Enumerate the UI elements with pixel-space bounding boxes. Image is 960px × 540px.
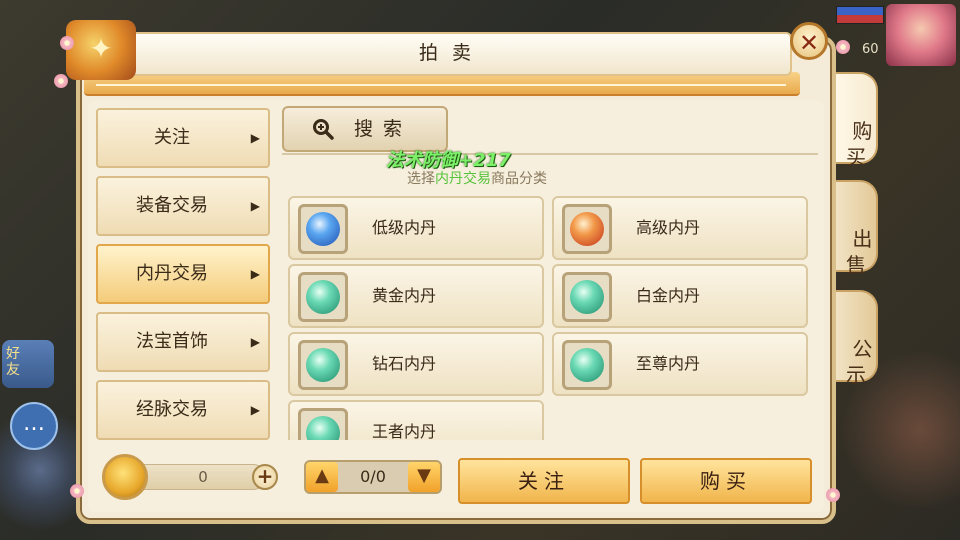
item-card[interactable]: 至尊内丹 (552, 332, 808, 396)
item-icon-frame (298, 204, 348, 254)
item-card[interactable]: 低级内丹 (288, 196, 544, 260)
pager: ▲ 0/0 ▼ (304, 460, 442, 494)
blue-gem-icon (306, 212, 340, 246)
search-label: 搜索 (354, 118, 413, 140)
arrow-right-icon: ▶ (250, 131, 260, 145)
flower-decoration (54, 74, 68, 88)
window-title: 拍卖 (112, 32, 792, 76)
tab-sell[interactable]: 出 售 (836, 180, 878, 277)
add-currency-button[interactable]: + (252, 464, 278, 490)
green-gem-icon (306, 416, 340, 440)
item-name: 高级内丹 (636, 218, 701, 237)
page-indicator: 0/0 (360, 467, 386, 486)
flower-decoration (836, 40, 850, 54)
item-grid: 低级内丹 高级内丹 黄金内丹 白金内丹 钻石内丹 至尊内丹 王者内丹 (282, 190, 818, 440)
item-card[interactable]: 白金内丹 (552, 264, 808, 328)
category-label: 装备交易 (136, 195, 208, 216)
item-icon-frame (298, 408, 348, 440)
buy-button[interactable]: 购买 (640, 458, 812, 504)
currency-amount: 0 (140, 464, 266, 490)
green-gem-icon (306, 348, 340, 382)
item-icon-frame (562, 340, 612, 390)
player-level: 60 (862, 42, 879, 57)
category-treasure-jewelry[interactable]: 法宝首饰 ▶ (96, 312, 270, 372)
item-card[interactable]: 王者内丹 (288, 400, 544, 440)
item-icon-frame (562, 204, 612, 254)
follow-button[interactable]: 关注 (458, 458, 630, 504)
tab-buy[interactable]: 购 买 (836, 72, 878, 169)
friends-button[interactable]: 好 友 (2, 340, 54, 388)
green-gem-icon (570, 348, 604, 382)
category-follow[interactable]: 关注 ▶ (96, 108, 270, 168)
dragon-emblem-icon: ✦ (66, 20, 136, 80)
arrow-right-icon: ▶ (250, 335, 260, 349)
category-meridian[interactable]: 经脉交易 ▶ (96, 380, 270, 440)
arrow-right-icon: ▶ (250, 403, 260, 417)
item-icon-frame (298, 340, 348, 390)
item-icon-frame (298, 272, 348, 322)
arrow-right-icon: ▶ (250, 199, 260, 213)
ribbon-highlight (96, 84, 786, 86)
category-equipment[interactable]: 装备交易 ▶ (96, 176, 270, 236)
flower-decoration (70, 484, 84, 498)
category-label: 法宝首饰 (136, 331, 208, 352)
green-gem-icon (570, 280, 604, 314)
category-label: 经脉交易 (136, 399, 208, 420)
item-name: 钻石内丹 (372, 354, 437, 373)
category-label: 关注 (154, 127, 190, 148)
item-name: 王者内丹 (372, 422, 437, 440)
arrow-right-icon: ▶ (250, 267, 260, 281)
page-down-button[interactable]: ▼ (408, 462, 440, 492)
green-gem-icon (306, 280, 340, 314)
item-name: 至尊内丹 (636, 354, 701, 373)
hint-suffix: 商品分类 (491, 171, 547, 187)
page-up-button[interactable]: ▲ (306, 462, 338, 492)
chat-icon[interactable]: … (10, 402, 58, 450)
close-button[interactable]: ✕ (790, 22, 828, 60)
category-label: 内丹交易 (136, 263, 208, 284)
tab-sell-label: 出 售 (846, 227, 873, 277)
item-card[interactable]: 高级内丹 (552, 196, 808, 260)
flower-decoration (826, 488, 840, 502)
flower-decoration (60, 36, 74, 50)
divider (282, 153, 818, 155)
tab-buy-label: 购 买 (846, 119, 873, 169)
red-gem-icon (570, 212, 604, 246)
magnifier-icon (313, 119, 334, 140)
floating-combat-text: 法术防御+217 (386, 150, 511, 171)
hint-highlight: 内丹交易 (435, 171, 491, 187)
category-inner-core[interactable]: 内丹交易 ▶ (96, 244, 270, 304)
item-name: 低级内丹 (372, 218, 437, 237)
tab-notice-label: 公 示 (846, 337, 873, 387)
item-name: 黄金内丹 (372, 286, 437, 305)
item-card[interactable]: 钻石内丹 (288, 332, 544, 396)
tab-notice[interactable]: 公 示 (836, 290, 878, 387)
item-name: 白金内丹 (636, 286, 701, 305)
hp-mp-bar (836, 6, 884, 24)
player-avatar[interactable] (886, 4, 956, 66)
item-icon-frame (562, 272, 612, 322)
hint-prefix: 选择 (407, 171, 435, 187)
coin-icon (102, 454, 148, 500)
item-card[interactable]: 黄金内丹 (288, 264, 544, 328)
